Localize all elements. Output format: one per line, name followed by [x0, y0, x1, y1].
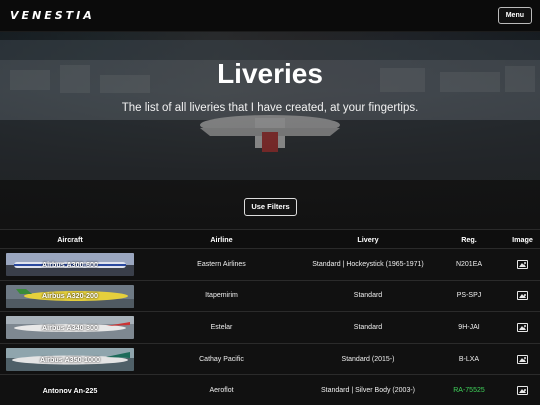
livery-cell: Standard [303, 311, 433, 344]
aircraft-name: Airbus A340-300 [41, 322, 99, 332]
menu-button[interactable]: Menu [497, 7, 532, 24]
airline-cell: Itapemirim [140, 280, 303, 313]
image-icon[interactable] [517, 291, 528, 301]
aircraft-name: Airbus A350-1000 [39, 354, 101, 364]
site-logo[interactable]: VENESTIA [10, 9, 95, 22]
image-icon[interactable] [517, 386, 528, 396]
image-cell[interactable] [505, 280, 540, 313]
aircraft-name: Airbus A300-600 [41, 259, 99, 269]
column-header-image: Image [505, 229, 540, 249]
table-row[interactable]: Airbus A340-300 Estelar Standard 9H-JAI [0, 311, 540, 344]
top-navigation-bar: VENESTIA Menu [0, 0, 540, 32]
aircraft-cell[interactable]: Airbus A350-1000 [0, 343, 140, 376]
image-cell[interactable] [505, 343, 540, 376]
livery-cell: Standard | Hockeystick (1965-1971) [303, 248, 433, 281]
page-subtitle: The list of all liveries that I have cre… [121, 102, 419, 114]
image-icon[interactable] [517, 259, 528, 269]
column-header-reg[interactable]: Reg. [433, 229, 505, 249]
image-icon[interactable] [517, 322, 528, 332]
airline-cell: Aeroflot [140, 374, 303, 405]
airline-cell: Eastern Airlines [140, 248, 303, 281]
table-row[interactable]: Airbus A320-200 Itapemirim Standard PS-S… [0, 280, 540, 313]
livery-cell: Standard (2015-) [303, 343, 433, 376]
reg-cell: PS-SPJ [433, 280, 505, 313]
aircraft-cell[interactable]: Airbus A320-200 [0, 280, 140, 313]
airline-cell: Estelar [140, 311, 303, 344]
table-row[interactable]: Airbus A350-1000 Cathay Pacific Standard… [0, 343, 540, 376]
table-row[interactable]: Airbus A300-600 Eastern Airlines Standar… [0, 248, 540, 281]
column-header-aircraft[interactable]: Aircraft [0, 229, 140, 249]
livery-cell: Standard [303, 280, 433, 313]
reg-cell: N201EA [433, 248, 505, 281]
aircraft-cell[interactable]: Airbus A340-300 [0, 311, 140, 344]
hero-banner [0, 0, 540, 229]
image-cell[interactable] [505, 311, 540, 344]
airline-cell: Cathay Pacific [140, 343, 303, 376]
aircraft-cell[interactable]: Antonov An-225 [0, 374, 140, 405]
table-row[interactable]: Antonov An-225 Aeroflot Standard | Silve… [0, 374, 540, 405]
aircraft-name: Antonov An-225 [42, 386, 98, 396]
livery-cell: Standard | Silver Body (2003-) [303, 374, 433, 405]
liveries-table-container: Aircraft Airline Livery Reg. Image Airbu… [0, 229, 540, 405]
reg-cell: 9H-JAI [433, 311, 505, 344]
column-header-livery[interactable]: Livery [303, 229, 433, 249]
column-header-airline[interactable]: Airline [140, 229, 303, 249]
image-cell[interactable] [505, 248, 540, 281]
page-title: Liveries [217, 58, 323, 89]
table-header-row: Aircraft Airline Livery Reg. Image [0, 229, 540, 249]
aircraft-name: Airbus A320-200 [41, 291, 99, 301]
liveries-table: Aircraft Airline Livery Reg. Image Airbu… [0, 229, 540, 405]
image-icon[interactable] [517, 354, 528, 364]
use-filters-button[interactable]: Use Filters [244, 198, 297, 216]
reg-cell: B-LXA [433, 343, 505, 376]
image-cell[interactable] [505, 374, 540, 405]
reg-cell: RA-75525 [433, 374, 505, 405]
aircraft-cell[interactable]: Airbus A300-600 [0, 248, 140, 281]
